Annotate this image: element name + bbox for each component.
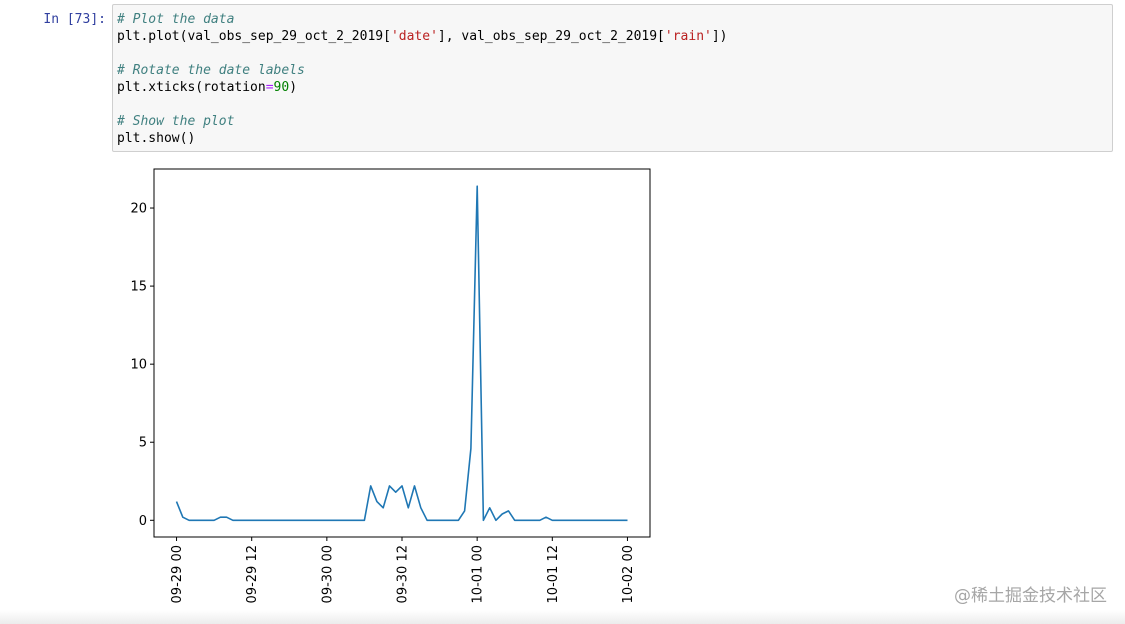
code-token: 'date' bbox=[390, 29, 438, 44]
code-token: = bbox=[265, 80, 274, 95]
y-tick-label: 0 bbox=[139, 514, 147, 529]
code-line: plt.xticks(rotation=90) bbox=[117, 79, 728, 96]
cell-prompt: In [73]: bbox=[43, 12, 106, 27]
code-token: ], val_obs_sep_29_oct_2_2019[ bbox=[437, 29, 665, 44]
code-line: # Show the plot bbox=[117, 113, 728, 130]
code-token: # Show the plot bbox=[117, 114, 235, 129]
y-tick-label: 5 bbox=[139, 436, 147, 451]
bottom-fade bbox=[0, 610, 1125, 624]
x-tick-label: 10-01 00 bbox=[471, 545, 486, 603]
x-tick-label: 10-01 12 bbox=[546, 545, 561, 603]
x-tick-label: 09-30 12 bbox=[396, 545, 411, 603]
code-token: plt.plot(val_obs_sep_29_oct_2_2019[ bbox=[117, 29, 391, 44]
code-line: # Rotate the date labels bbox=[117, 62, 728, 79]
code-token: ]) bbox=[711, 29, 728, 44]
line-chart: 0 5 10 15 20 09-29 00 09-29 12 09-30 00 09-30 12… bbox=[130, 168, 651, 603]
code-token: 'rain' bbox=[664, 29, 712, 44]
code-block[interactable]: # Plot the data plt.plot(val_obs_sep_29_o… bbox=[117, 11, 728, 147]
plot-area bbox=[154, 169, 650, 537]
y-tick-label: 15 bbox=[130, 280, 147, 295]
code-line: plt.plot(val_obs_sep_29_oct_2_2019['date… bbox=[117, 28, 728, 45]
y-tick-label: 20 bbox=[130, 202, 147, 217]
code-token: plt.xticks(rotation bbox=[117, 80, 266, 95]
code-token: ) bbox=[289, 80, 298, 95]
code-line: plt.show() bbox=[117, 130, 728, 147]
code-cell-editor[interactable]: # Plot the data plt.plot(val_obs_sep_29_o… bbox=[112, 4, 1113, 152]
code-token: # Rotate the date labels bbox=[117, 63, 305, 78]
code-line: # Plot the data bbox=[117, 11, 728, 28]
cell-output: 0 5 10 15 20 09-29 00 09-29 12 09-30 00 09-30 12… bbox=[112, 160, 672, 620]
x-tick-label: 10-02 00 bbox=[621, 545, 636, 603]
code-token: 90 bbox=[273, 80, 290, 95]
watermark-text: @稀土掘金技术社区 bbox=[954, 586, 1107, 606]
code-token: # Plot the data bbox=[117, 12, 235, 27]
x-tick-label: 09-29 12 bbox=[245, 545, 260, 603]
x-tick-label: 09-30 00 bbox=[320, 545, 335, 603]
code-token: plt.show() bbox=[117, 131, 196, 146]
y-tick-label: 10 bbox=[130, 358, 147, 373]
x-tick-label: 09-29 00 bbox=[170, 545, 185, 603]
